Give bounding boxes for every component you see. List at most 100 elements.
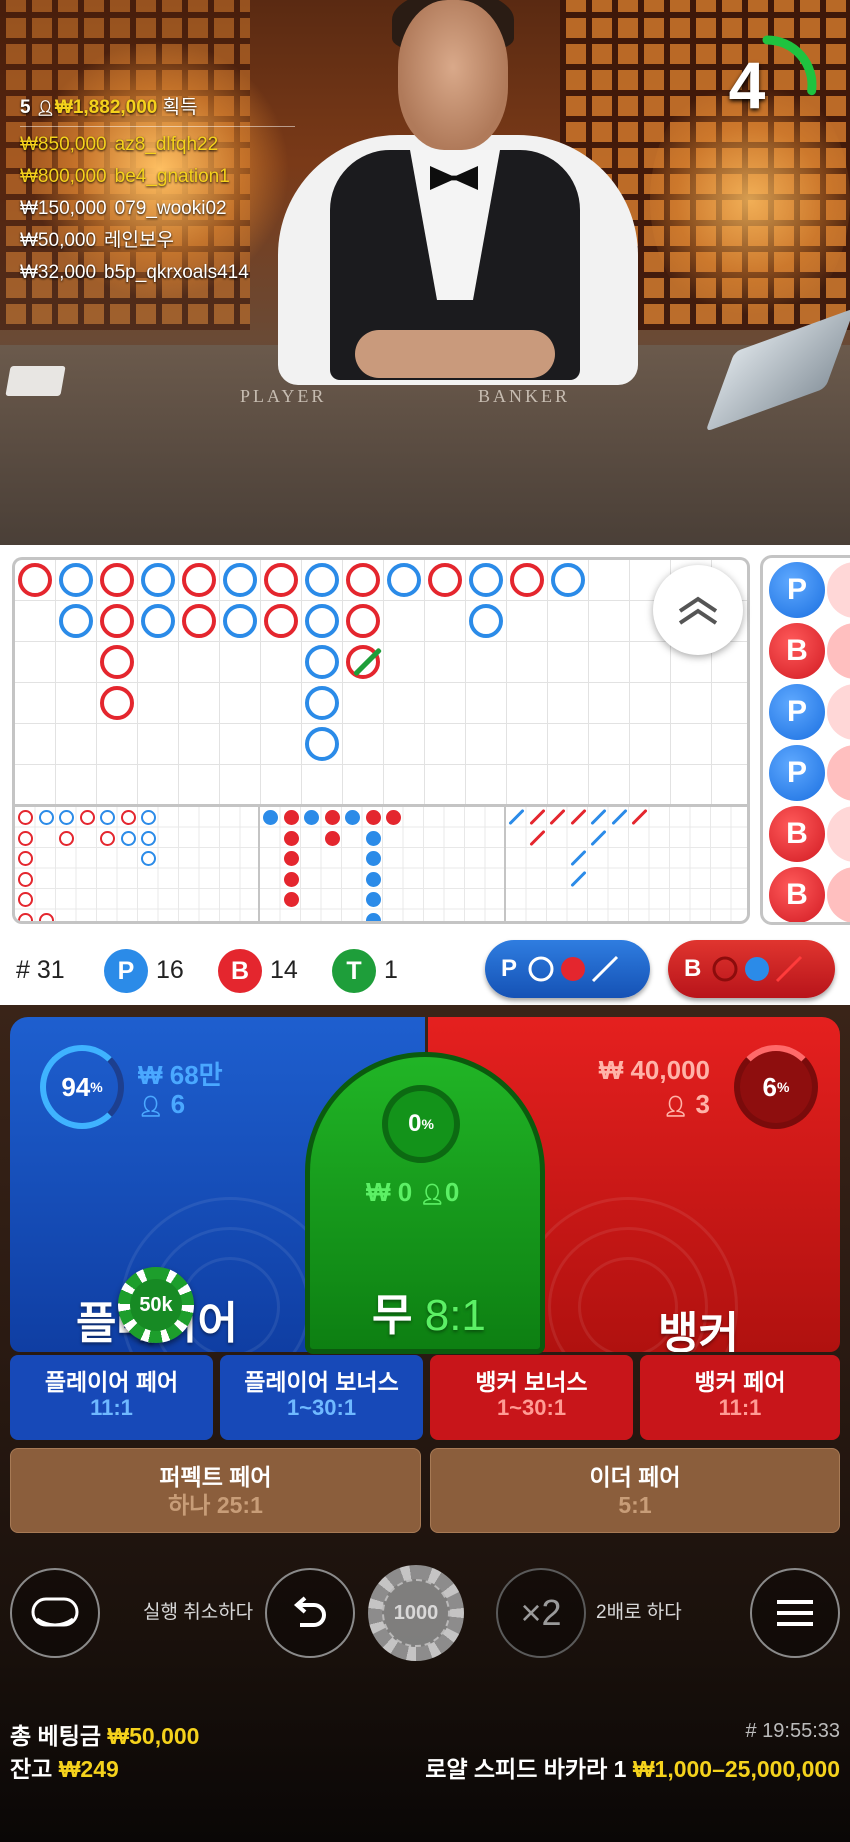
player-badge: P (104, 949, 148, 994)
chip-selector[interactable]: 1000 (368, 1565, 464, 1661)
tie-odds: 8:1 (424, 1291, 486, 1340)
player-percent-ring: 94% (40, 1045, 124, 1129)
bead-plate-mark: P (769, 745, 825, 801)
big-road-mark (305, 645, 339, 679)
big-road-mark (223, 563, 257, 597)
winner-name: az8_dlfqh22 (114, 134, 219, 155)
person-icon: 👤︎ (138, 1096, 164, 1118)
round-count: # 31 (16, 956, 65, 984)
felt-player-label: PLAYER (240, 386, 327, 406)
winner-row: ₩32,000 b5p_qkrxoals414 (20, 257, 295, 289)
bead-plate-mark-partial (827, 745, 850, 801)
balance-value: ₩249 (58, 1756, 119, 1782)
either-pair-bet[interactable]: 이더 페어 5:1 (430, 1448, 840, 1533)
big-road-mark (59, 604, 93, 638)
winner-row: ₩50,000 레인보우 (20, 225, 295, 257)
tie-total-amount: ₩ 0 👤︎0 (366, 1177, 460, 1207)
felt-banker-label: BANKER (478, 386, 571, 406)
tie-bet-spot[interactable]: 0% ₩ 0 👤︎0 무 8:1 (305, 1052, 545, 1354)
road-mark (38, 912, 54, 921)
side-bet-3[interactable]: 뱅커 페어 11:1 (640, 1355, 840, 1440)
person-icon: 👤︎ (35, 100, 55, 117)
undo-icon (293, 1596, 326, 1627)
big-road-mark (551, 563, 585, 597)
side-bet-1[interactable]: 플레이어 보너스 1~30:1 (220, 1355, 423, 1440)
road-mark (283, 851, 299, 866)
road-mark (18, 912, 33, 921)
predict-banker-label: B (684, 955, 702, 982)
side-bet-label: 뱅커 보너스 (475, 1369, 588, 1395)
bead-plate-mark: B (769, 867, 825, 922)
winners-label: 획득 (162, 97, 198, 118)
predict-player-button[interactable]: P (485, 940, 650, 998)
big-road-mark (346, 563, 380, 597)
predict-player-label: P (501, 955, 518, 982)
side-bet-2[interactable]: 뱅커 보너스 1~30:1 (430, 1355, 633, 1440)
big-road[interactable] (12, 557, 750, 804)
big-road-mark (100, 645, 134, 679)
lobby-button[interactable] (10, 1568, 100, 1658)
betting-area: 94% ₩ 68만 👤︎ 6 플레이어 ₩ 40,000 👤︎ 3 6% 뱅커 … (0, 1005, 850, 1842)
predict-banker-button[interactable]: B (668, 940, 835, 998)
perfect-pair-odds: 하나 25:1 (168, 1492, 263, 1518)
road-mark (283, 871, 299, 887)
bead-plate-mark-partial (827, 562, 850, 618)
tie-win-count: 1 (384, 956, 398, 984)
big-road-mark (18, 563, 52, 597)
banker-badge: B (218, 949, 262, 994)
prediction-icons (712, 955, 803, 983)
winner-rows: ₩850,000 az8_dlfqh22 ₩800,000 be4_gnation1 ₩… (20, 129, 295, 289)
road-mark (120, 810, 136, 825)
road-mark (18, 871, 33, 887)
road-mark (79, 810, 95, 825)
side-bet-odds: 1~30:1 (286, 1395, 357, 1420)
placed-chip[interactable]: 50k (118, 1267, 194, 1343)
dealer-hands (355, 330, 555, 378)
side-bet-odds: 11:1 (90, 1395, 133, 1420)
player-bettor-count: 👤︎ 6 (138, 1089, 186, 1119)
side-bet-odds: 1~30:1 (496, 1395, 567, 1420)
side-bet-label: 뱅커 페어 (694, 1369, 786, 1395)
prediction-icons (528, 955, 619, 983)
undo-button[interactable] (265, 1568, 355, 1658)
winner-amount: ₩150,000 (20, 198, 107, 219)
road-mark (365, 810, 381, 825)
banker-wins: B 14 (218, 948, 298, 994)
side-bet-0[interactable]: 플레이어 페어 11:1 (10, 1355, 213, 1440)
big-road-mark (141, 604, 175, 638)
big-road-mark (100, 604, 134, 638)
big-road-mark (469, 563, 503, 597)
road-mark (59, 810, 74, 825)
big-road-mark (100, 686, 134, 720)
live-video-feed: PLAYER BANKER 5 👤︎₩1,882,000 획득 ₩850,000… (0, 0, 850, 545)
double-icon: ×2 (520, 1592, 562, 1633)
double-button[interactable]: ×2 (496, 1568, 586, 1658)
countdown-timer: 4 (712, 30, 822, 140)
placed-chip-value: 50k (130, 1279, 182, 1331)
road-mark (18, 851, 33, 866)
player-wins: P 16 (104, 948, 184, 994)
balance: 잔고 ₩249 (10, 1750, 119, 1784)
winner-count: 5 (20, 97, 31, 118)
total-bet-value: ₩50,000 (107, 1723, 200, 1749)
total-bet: 총 베팅금 ₩50,000 (10, 1717, 199, 1751)
big-road-mark (305, 563, 339, 597)
road-mark (365, 851, 381, 866)
perfect-pair-bet[interactable]: 퍼펙트 페어 하나 25:1 (10, 1448, 421, 1533)
collapse-roadmap-button[interactable] (653, 565, 743, 655)
road-mark (365, 871, 381, 887)
winners-list: 5 👤︎₩1,882,000 획득 ₩850,000 az8_dlfqh22 ₩80… (20, 92, 295, 289)
bead-plate-mark-partial (827, 806, 850, 862)
table-name: 로얄 스피드 바카라 1 (425, 1756, 627, 1782)
big-road-mark (305, 686, 339, 720)
bead-plate-mark: B (769, 806, 825, 862)
road-mark (365, 892, 381, 907)
road-mark (141, 830, 156, 846)
tie-badge: T (332, 949, 376, 994)
big-road-mark (305, 604, 339, 638)
menu-button[interactable] (750, 1568, 840, 1658)
road-mark (283, 830, 299, 846)
either-pair-label: 이더 페어 (589, 1464, 681, 1490)
winner-name: b5p_qkrxoals414 (104, 262, 249, 283)
road-mark (141, 810, 156, 825)
